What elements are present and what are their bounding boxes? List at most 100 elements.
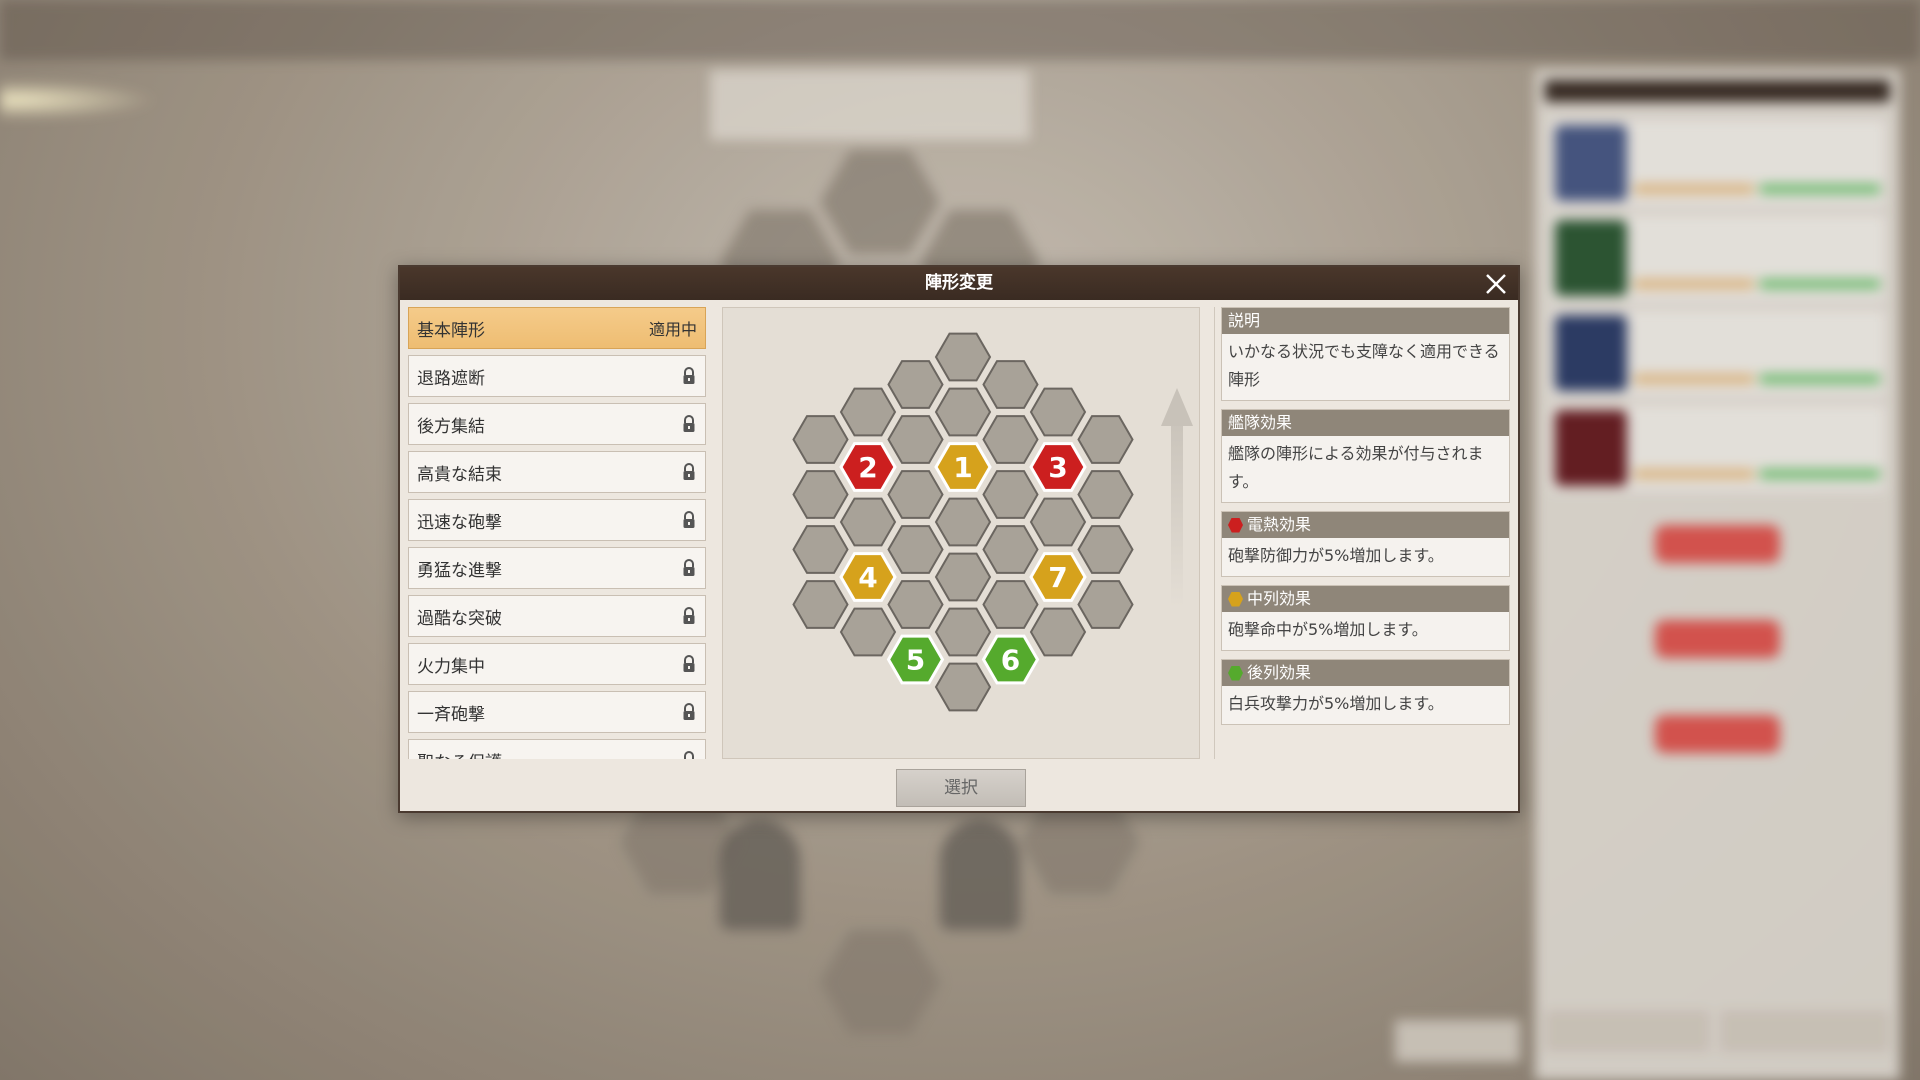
fleet-effect-text: 艦隊の陣形による効果が付与されます。: [1228, 444, 1484, 491]
effect-text: 白兵攻撃力が5%増加します。: [1228, 694, 1444, 713]
effect-title: 後列効果: [1247, 663, 1312, 682]
lock-icon: [683, 415, 695, 432]
formation-item[interactable]: 聖なる保護: [408, 739, 706, 759]
lock-icon: [683, 511, 695, 528]
description-title: 説明: [1222, 308, 1509, 334]
empty-hex: [934, 497, 992, 547]
empty-hex: [982, 415, 1039, 464]
formation-dialog: 陣形変更 基本陣形 適用中退路遮断後方集結高貴な結束迅速な砲撃勇猛な進撃過酷な突破…: [398, 265, 1520, 813]
formation-label: 火力集中: [417, 656, 485, 677]
formation-board: 2 4 5 1 6 3 7: [722, 307, 1200, 759]
empty-hex: [1077, 525, 1134, 574]
effect-header: 後列効果: [1222, 660, 1509, 686]
effect-box: 後列効果白兵攻撃力が5%増加します。: [1221, 659, 1510, 725]
description-box: 説明 いかなる状況でも支障なく適用できる陣形: [1221, 307, 1510, 401]
fleet-effect-title: 艦隊効果: [1222, 410, 1509, 436]
effect-box: 中列効果砲撃命中が5%増加します。: [1221, 585, 1510, 651]
empty-hex: [887, 470, 944, 519]
lock-icon: [684, 751, 694, 759]
formation-list[interactable]: 基本陣形 適用中退路遮断後方集結高貴な結束迅速な砲撃勇猛な進撃過酷な突破火力集中一…: [408, 307, 706, 759]
empty-hex: [839, 607, 897, 657]
formation-label: 勇猛な進撃: [417, 560, 502, 581]
formation-label: 基本陣形: [417, 320, 485, 341]
empty-hex: [934, 662, 992, 712]
formation-item[interactable]: 一斉砲撃: [408, 691, 706, 733]
formation-label: 過酷な突破: [417, 608, 502, 629]
empty-hex: [887, 580, 944, 629]
empty-hex: [792, 580, 849, 629]
formation-label: 一斉砲撃: [417, 704, 485, 725]
slot-number: 6: [1001, 644, 1020, 677]
description-text: いかなる状況でも支障なく適用できる陣形: [1228, 342, 1500, 389]
empty-hex: [982, 580, 1039, 629]
empty-hex: [934, 607, 992, 657]
slot-number: 1: [953, 451, 972, 484]
formation-item[interactable]: 迅速な砲撃: [408, 499, 706, 541]
formation-status: 適用中: [648, 320, 697, 339]
formation-item[interactable]: 火力集中: [408, 643, 706, 685]
slot-number: 7: [1048, 561, 1067, 594]
effect-text: 砲撃防御力が5%増加します。: [1228, 546, 1444, 565]
formation-item[interactable]: 基本陣形 適用中: [408, 307, 706, 349]
empty-hex: [1077, 470, 1134, 519]
formation-item[interactable]: 高貴な結束: [408, 451, 706, 493]
hex-color-icon: [1228, 517, 1243, 533]
dialog-title: 陣形変更: [925, 273, 993, 293]
formation-label: 迅速な砲撃: [417, 512, 502, 533]
slot-number: 2: [858, 451, 877, 484]
lock-icon: [683, 655, 695, 672]
effect-header: 電熱効果: [1222, 512, 1509, 538]
empty-hex: [982, 360, 1039, 409]
dialog-header: 陣形変更: [400, 267, 1518, 300]
empty-hex: [982, 470, 1039, 519]
close-button[interactable]: [1482, 270, 1510, 298]
lock-icon: [683, 463, 695, 480]
formation-item[interactable]: 後方集結: [408, 403, 706, 445]
empty-hex: [934, 332, 992, 382]
empty-hex: [934, 552, 992, 602]
empty-hex: [792, 470, 849, 519]
empty-hex: [839, 497, 897, 547]
lock-icon: [683, 607, 695, 624]
empty-hex: [1029, 607, 1087, 657]
empty-hex: [1077, 415, 1134, 464]
hex-grid: 2 4 5 1 6 3 7: [792, 332, 1193, 712]
effect-box: 電熱効果砲撃防御力が5%増加します。: [1221, 511, 1510, 577]
formation-item[interactable]: 退路遮断: [408, 355, 706, 397]
effect-header: 中列効果: [1222, 586, 1509, 612]
empty-hex: [934, 387, 992, 437]
info-column: 説明 いかなる状況でも支障なく適用できる陣形 艦隊効果 艦隊の陣形による効果が付…: [1214, 307, 1510, 759]
slot-number: 5: [906, 644, 925, 677]
arrow-up-icon: [1161, 388, 1193, 608]
empty-hex: [1077, 580, 1134, 629]
effect-title: 電熱効果: [1247, 515, 1312, 534]
hex-color-icon: [1228, 591, 1243, 607]
slot-number: 4: [858, 561, 877, 594]
effect-list: 電熱効果砲撃防御力が5%増加します。中列効果砲撃命中が5%増加します。後列効果白…: [1221, 511, 1510, 725]
empty-hex: [887, 415, 944, 464]
empty-hex: [792, 415, 849, 464]
empty-hex: [1029, 497, 1087, 547]
formation-item[interactable]: 過酷な突破: [408, 595, 706, 637]
hex-color-icon: [1228, 665, 1243, 681]
formation-label: 退路遮断: [417, 368, 485, 389]
empty-hex: [982, 525, 1039, 574]
formation-label: 後方集結: [417, 416, 485, 437]
empty-hex: [887, 525, 944, 574]
slot-number: 3: [1048, 451, 1067, 484]
close-icon: [1486, 274, 1506, 294]
formation-label: 高貴な結束: [417, 464, 502, 485]
fleet-effect-box: 艦隊効果 艦隊の陣形による効果が付与されます。: [1221, 409, 1510, 503]
lock-icon: [683, 367, 695, 384]
lock-icon: [683, 703, 695, 720]
select-button[interactable]: 選択: [896, 769, 1026, 807]
empty-hex: [792, 525, 849, 574]
empty-hex: [839, 387, 897, 437]
effect-title: 中列効果: [1247, 589, 1312, 608]
effect-text: 砲撃命中が5%増加します。: [1228, 620, 1428, 639]
empty-hex: [887, 360, 944, 409]
empty-hex: [1029, 387, 1087, 437]
formation-label: 聖なる保護: [417, 748, 681, 760]
lock-icon: [683, 559, 695, 576]
formation-item[interactable]: 勇猛な進撃: [408, 547, 706, 589]
